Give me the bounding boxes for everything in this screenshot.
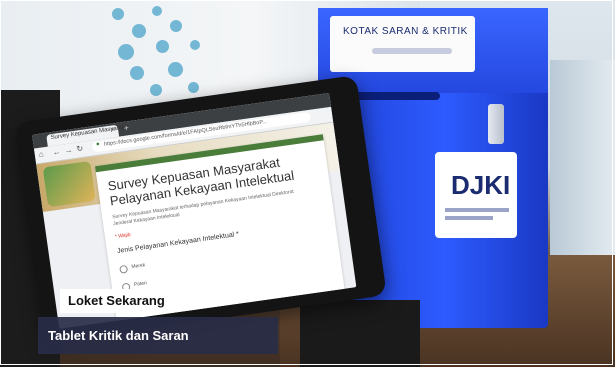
forward-icon[interactable]: → — [64, 145, 73, 155]
wall-dot — [188, 82, 199, 93]
wall-dot — [130, 66, 144, 80]
reload-icon[interactable]: ↻ — [76, 144, 84, 154]
photo-frame: KOTAK SARAN & KRITIK DJKI Survey Kepuasa… — [0, 0, 615, 367]
wall-dot — [156, 40, 169, 53]
close-icon[interactable]: ✕ — [110, 126, 116, 134]
home-icon[interactable]: ⌂ — [38, 149, 44, 159]
caption-label-top: Loket Sekarang — [60, 289, 173, 313]
suggestion-box-sign — [330, 16, 475, 72]
form-header-illustration — [42, 160, 96, 208]
caption-label-bottom: Tablet Kritik dan Saran — [38, 317, 278, 354]
wall-dot — [118, 44, 134, 60]
padlock-icon — [488, 104, 504, 144]
suggestion-box-sign-title: KOTAK SARAN & KRITIK — [343, 26, 468, 37]
lock-icon: ● — [95, 141, 101, 148]
wall-dot — [168, 62, 183, 77]
wall-dot — [190, 40, 200, 50]
djki-logo-text: DJKI — [451, 170, 511, 200]
caption-text-top: Loket Sekarang — [68, 293, 165, 308]
wall-dot — [150, 84, 162, 96]
background-shelf — [550, 60, 615, 280]
wall-dot — [152, 6, 162, 16]
wall-dot — [170, 20, 182, 32]
djki-logo-subtext — [445, 208, 509, 212]
suggestion-box-sign-subtext — [372, 48, 452, 54]
plus-icon[interactable]: + — [123, 123, 129, 133]
djki-logo-subtext — [445, 216, 493, 220]
back-icon[interactable]: ← — [52, 147, 61, 157]
wall-dot — [132, 24, 146, 38]
caption-text-bottom: Tablet Kritik dan Saran — [48, 328, 189, 343]
wall-dot — [112, 8, 124, 20]
tablet-stand-base — [300, 300, 420, 367]
